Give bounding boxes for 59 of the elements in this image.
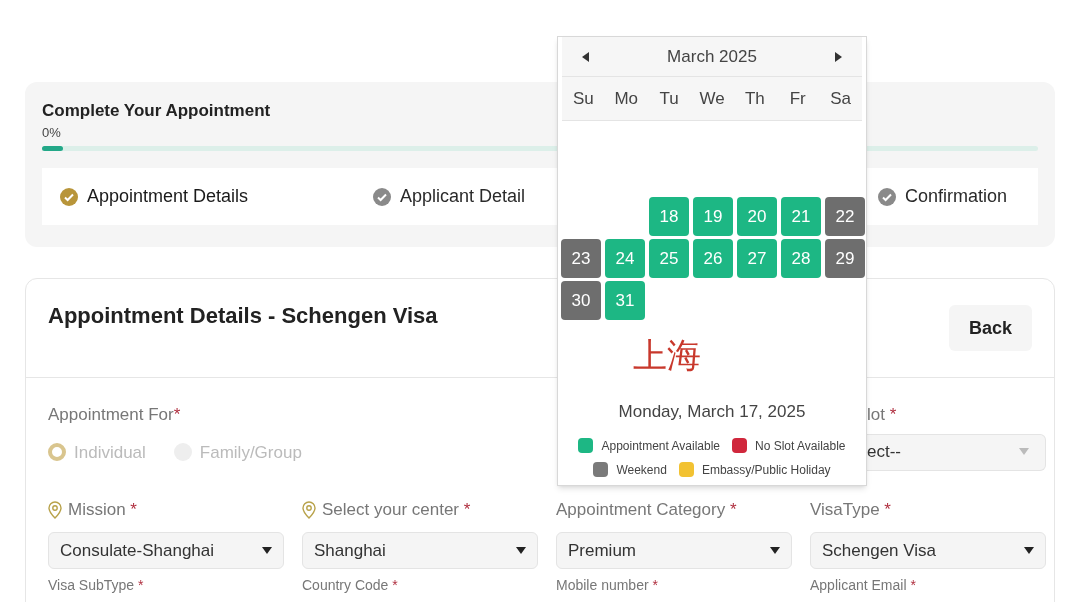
- legend-label: Weekend: [616, 461, 667, 479]
- weekday-label: Sa: [829, 87, 852, 110]
- weekday-label: Fr: [788, 87, 807, 110]
- legend-label: No Slot Available: [755, 437, 846, 455]
- caret-icon: [1019, 448, 1029, 456]
- weekday-label: We: [698, 87, 726, 110]
- progress-percent: 0%: [42, 124, 62, 142]
- calendar-day[interactable]: 24: [605, 239, 645, 278]
- select-field[interactable]: Shanghai: [302, 532, 538, 569]
- step-item[interactable]: Appointment Details: [59, 183, 372, 210]
- field-label: Select your center *: [322, 499, 471, 522]
- weekday-label: Su: [572, 87, 595, 110]
- field-label: Applicant Email *: [810, 577, 917, 593]
- form-title: Appointment Details - Schengen Visa: [48, 302, 438, 330]
- field-label: Country Code *: [302, 577, 399, 593]
- caret-icon: [516, 546, 526, 555]
- field-label: Appointment Category *: [556, 499, 737, 522]
- calendar-day[interactable]: 19: [693, 197, 733, 236]
- caret-icon: [1024, 546, 1034, 555]
- field-label: lot *: [867, 404, 898, 426]
- calendar-day[interactable]: 26: [693, 239, 733, 278]
- annotation-text: 上海: [632, 335, 702, 375]
- back-button[interactable]: Back: [948, 305, 1032, 351]
- calendar-day[interactable]: 18: [649, 197, 689, 236]
- check-circle-icon: [877, 186, 897, 207]
- calendar-day[interactable]: 23: [561, 239, 601, 278]
- caret-icon: [262, 546, 272, 555]
- select-field[interactable]: Schengen Visa: [810, 532, 1046, 569]
- weekday-label: Th: [743, 87, 766, 110]
- caret-icon: [770, 546, 780, 555]
- calendar-day[interactable]: 30: [561, 281, 601, 320]
- check-circle-icon: [59, 186, 79, 207]
- month-title: March 2025: [667, 45, 757, 68]
- calendar-day[interactable]: 28: [781, 239, 821, 278]
- check-circle-icon: [372, 186, 392, 207]
- step-item[interactable]: Confirmation: [877, 183, 1008, 210]
- calendar-day[interactable]: 22: [825, 197, 865, 236]
- field-label: Mobile number *: [556, 577, 659, 593]
- field-label: Mission *: [68, 499, 137, 522]
- calendar-day[interactable]: 21: [781, 197, 821, 236]
- slot-select[interactable]: ect--: [867, 433, 1046, 471]
- selected-date: Monday, March 17, 2025: [617, 401, 807, 423]
- calendar-day[interactable]: 29: [825, 239, 865, 278]
- calendar-day[interactable]: 27: [737, 239, 777, 278]
- next-month-icon[interactable]: [834, 51, 842, 62]
- calendar-day[interactable]: 31: [605, 281, 645, 320]
- select-field[interactable]: Consulate-Shanghai: [48, 532, 284, 569]
- select-field[interactable]: Premium: [556, 532, 792, 569]
- field-label: Visa SubType *: [48, 577, 145, 593]
- weekday-label: Mo: [613, 87, 640, 110]
- calendar-day[interactable]: 20: [737, 197, 777, 236]
- field-label: Appointment For*: [48, 404, 181, 426]
- legend-label: Appointment Available: [601, 437, 720, 455]
- calendar-day[interactable]: 25: [649, 239, 689, 278]
- field-label: VisaType *: [810, 499, 891, 522]
- previous-month-icon[interactable]: [582, 51, 590, 62]
- weekday-label: Tu: [658, 87, 680, 110]
- progress-title: Complete Your Appointment: [42, 100, 272, 122]
- legend-label: Embassy/Public Holiday: [701, 461, 831, 479]
